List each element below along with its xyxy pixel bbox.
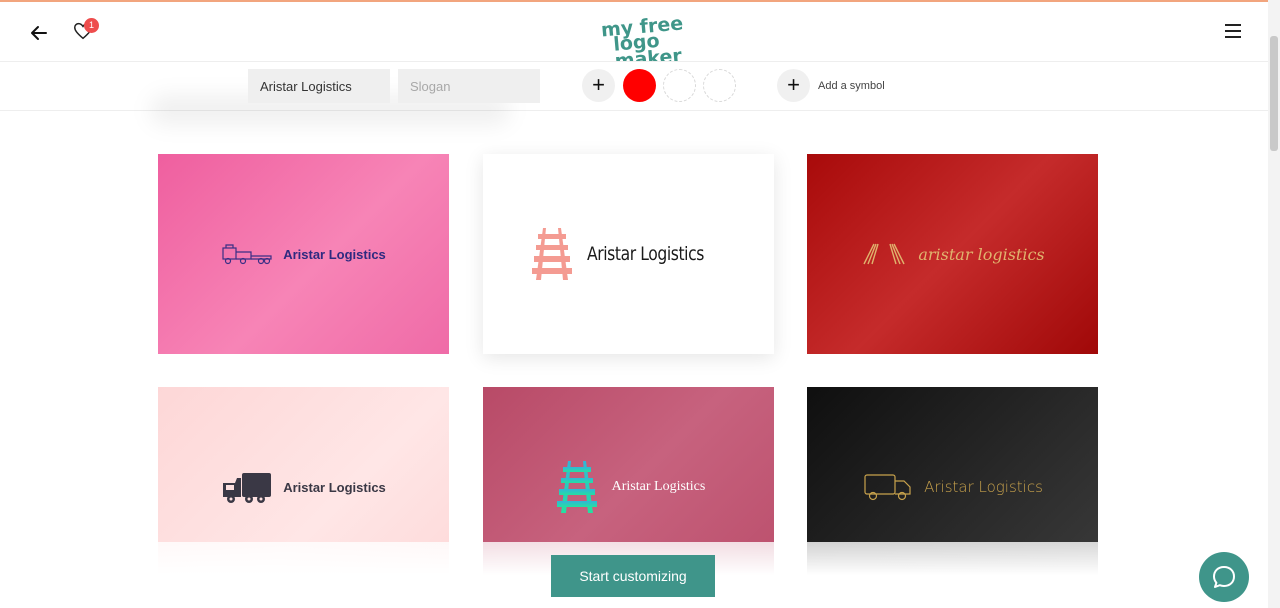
logo-card-4-text: Aristar Logistics [283, 479, 386, 495]
favorites-count-badge: 1 [84, 18, 99, 33]
scrollbar[interactable] [1268, 0, 1280, 608]
chat-button[interactable] [1199, 552, 1249, 602]
logo-card-3-text: aristar logistics [918, 244, 1045, 264]
menu-button[interactable] [1222, 24, 1244, 42]
logo-card-3[interactable]: aristar logistics [807, 154, 1098, 354]
railway-track-icon [532, 228, 573, 280]
add-symbol-label[interactable]: Add a symbol [818, 80, 885, 92]
back-button[interactable] [28, 22, 50, 44]
arrow-left-icon [31, 26, 47, 40]
hamburger-menu-icon [1225, 24, 1241, 26]
color-swatch-empty-2[interactable] [703, 69, 736, 102]
converging-lines-icon [863, 243, 905, 265]
color-swatch-red[interactable] [623, 69, 656, 102]
logo-card-1[interactable]: Aristar Logistics [158, 154, 449, 354]
site-logo[interactable]: my free logo maker [598, 10, 722, 72]
company-name-input[interactable] [248, 69, 390, 103]
scrollbar-thumb[interactable] [1270, 36, 1278, 151]
truck-trailer-icon [222, 244, 272, 265]
header: 1 my free logo maker [0, 2, 1268, 73]
logo-card-1-text: Aristar Logistics [283, 246, 386, 262]
delivery-truck-icon [864, 474, 911, 501]
slogan-input[interactable] [398, 69, 540, 103]
logo-card-6-text: Aristar Logistics [924, 478, 1043, 496]
chat-bubble-icon [1213, 566, 1235, 588]
start-customizing-button[interactable]: Start customizing [551, 555, 715, 597]
truck-icon [223, 473, 272, 503]
color-swatch-empty-1[interactable] [663, 69, 696, 102]
logo-options-toolbar: + + Add a symbol [0, 61, 1268, 125]
logo-card-5-text: Aristar Logistics [611, 479, 706, 494]
add-color-button[interactable]: + [582, 69, 615, 102]
logo-card-2-text: Aristar Logistics [587, 243, 705, 265]
railway-track-icon [556, 461, 597, 513]
add-symbol-button[interactable]: + [777, 69, 810, 102]
logo-card-2[interactable]: Aristar Logistics [483, 154, 774, 354]
